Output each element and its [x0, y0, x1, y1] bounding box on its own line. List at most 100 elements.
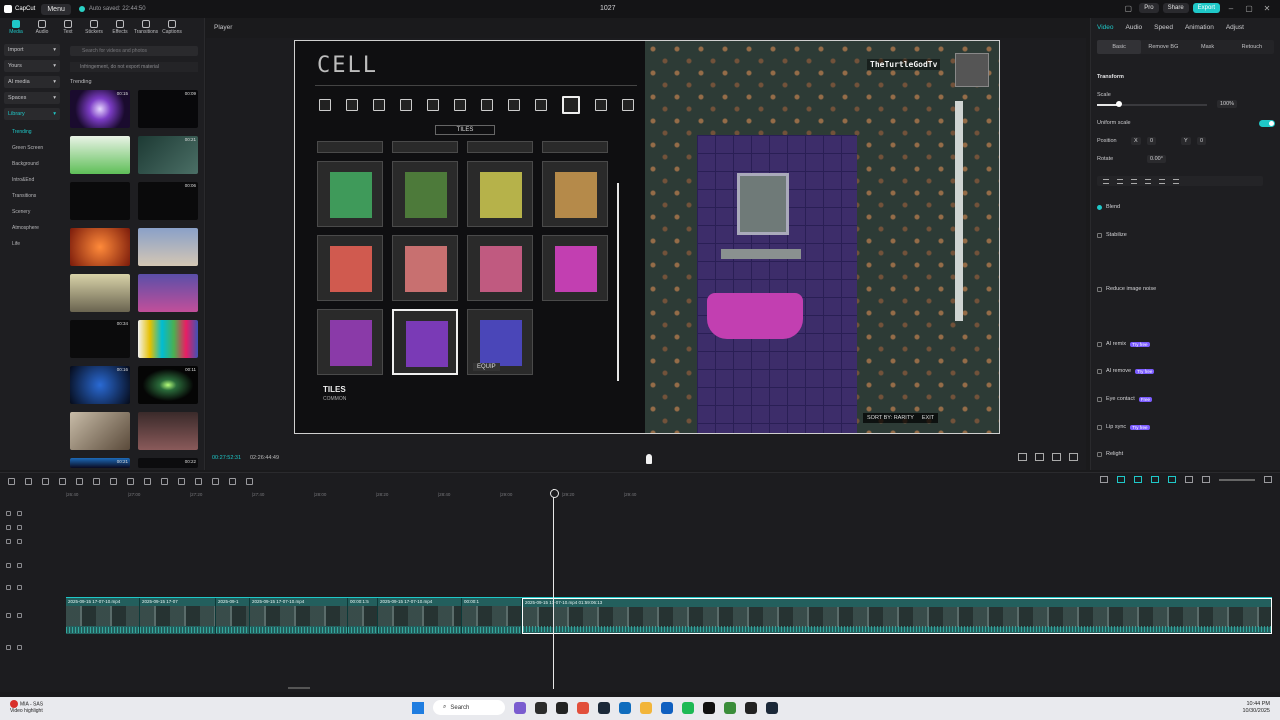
- zoom-out-icon[interactable]: [1202, 476, 1210, 483]
- timeline-scrollbar[interactable]: [288, 687, 310, 689]
- taskbar-search[interactable]: ⌕ Search: [433, 700, 505, 715]
- share-button[interactable]: Share: [1162, 3, 1189, 13]
- video-clip[interactable]: 2025-09-15 17-07-10.mp4: [378, 598, 462, 634]
- media-thumbnail[interactable]: [70, 182, 130, 220]
- minimize-icon[interactable]: –: [1224, 4, 1238, 13]
- inspector-subtab[interactable]: Remove BG: [1141, 40, 1185, 54]
- xbox-icon[interactable]: [724, 701, 736, 714]
- video-clip[interactable]: 2025-09-1: [216, 598, 250, 634]
- inspector-subtab[interactable]: Retouch: [1230, 40, 1274, 54]
- library-category[interactable]: Life: [4, 236, 60, 252]
- media-thumbnail[interactable]: [138, 228, 198, 266]
- file-explorer-icon[interactable]: [640, 701, 652, 714]
- snap-icon[interactable]: [1134, 476, 1142, 483]
- media-thumbnail[interactable]: 00:22: [138, 458, 198, 468]
- rotate-input[interactable]: 0.00°: [1147, 155, 1166, 163]
- checkbox[interactable]: [1097, 396, 1102, 402]
- nav-ai-media[interactable]: AI media ▾: [4, 76, 60, 88]
- checkbox[interactable]: [1097, 424, 1102, 430]
- zoom-slider[interactable]: [1219, 478, 1255, 481]
- time-ruler[interactable]: |26:40 |27:00 |27:20 |27:40 |28:00 |28:20 |28:…: [66, 491, 1280, 501]
- menu-button[interactable]: Menu: [41, 3, 71, 15]
- microphone-icon[interactable]: [1100, 476, 1108, 483]
- lock-icon[interactable]: [6, 585, 11, 590]
- inspector-tab-speed[interactable]: Speed: [1154, 24, 1173, 32]
- magnet-icon[interactable]: [1168, 476, 1176, 483]
- library-category[interactable]: Trending: [4, 124, 60, 140]
- media-thumbnail[interactable]: [70, 274, 130, 312]
- fullscreen-icon[interactable]: [1069, 453, 1078, 461]
- widget-news[interactable]: MIA - SAS Video highlight: [10, 700, 43, 715]
- system-clock[interactable]: 10:44 PM 10/30/2025: [1242, 701, 1270, 715]
- tab-effects[interactable]: Effects: [108, 20, 132, 38]
- copilot-icon[interactable]: [514, 701, 526, 714]
- ai-icon[interactable]: [229, 477, 236, 485]
- inspector-tab-video[interactable]: Video: [1097, 24, 1114, 32]
- select-tool-icon[interactable]: [8, 477, 15, 485]
- video-clip[interactable]: 00:00:1: [462, 598, 522, 634]
- feature-lip-sync[interactable]: Lip sync Try free: [1097, 424, 1150, 430]
- feature-blend[interactable]: Blend: [1097, 204, 1120, 210]
- steam-alt-icon[interactable]: [766, 701, 778, 714]
- crop-icon[interactable]: [1035, 453, 1044, 461]
- lock-icon[interactable]: [6, 613, 11, 618]
- media-thumbnail[interactable]: 00:21: [138, 136, 198, 174]
- checkbox[interactable]: [1097, 368, 1102, 374]
- ratio-icon[interactable]: [1052, 453, 1061, 461]
- nav-spaces[interactable]: Spaces ▾: [4, 92, 60, 104]
- tab-stickers[interactable]: Stickers: [82, 20, 106, 38]
- spotify-icon[interactable]: [682, 701, 694, 714]
- start-icon[interactable]: [412, 701, 424, 714]
- crop-icon[interactable]: [161, 477, 168, 485]
- scale-slider[interactable]: [1097, 101, 1207, 107]
- split-right-icon[interactable]: [93, 477, 100, 485]
- video-clip[interactable]: 2025-09-15 17-07-10.mp4: [250, 598, 348, 634]
- library-category[interactable]: Transitions: [4, 188, 60, 204]
- inspector-tab-adjust[interactable]: Adjust: [1226, 24, 1244, 32]
- playhead[interactable]: [550, 489, 559, 689]
- edge-icon[interactable]: [619, 701, 631, 714]
- split-left-icon[interactable]: [76, 477, 83, 485]
- media-thumbnail[interactable]: 00:15: [70, 90, 130, 128]
- notepad-icon[interactable]: [745, 701, 757, 714]
- delete-icon[interactable]: [110, 477, 117, 485]
- media-thumbnail[interactable]: 00:16: [70, 366, 130, 404]
- media-thumbnail[interactable]: [70, 412, 130, 450]
- rotate-icon[interactable]: [195, 477, 202, 485]
- transform-title[interactable]: Transform: [1097, 74, 1124, 80]
- project-title[interactable]: 1027: [600, 5, 616, 12]
- scale-value[interactable]: 100%: [1217, 100, 1238, 108]
- capcut-taskbar-icon[interactable]: [703, 701, 715, 714]
- inspector-tab-audio[interactable]: Audio: [1126, 24, 1143, 32]
- redo-icon[interactable]: [42, 477, 49, 485]
- tab-transitions[interactable]: Transitions: [134, 20, 158, 38]
- eye-icon[interactable]: [17, 645, 22, 650]
- checkbox[interactable]: [1097, 451, 1102, 457]
- eye-icon[interactable]: [17, 563, 22, 568]
- eye-icon[interactable]: [17, 613, 22, 618]
- eye-icon[interactable]: [17, 539, 22, 544]
- inspector-subtab[interactable]: Basic: [1097, 40, 1142, 54]
- library-category[interactable]: Scenery: [4, 204, 60, 220]
- app-icon[interactable]: [577, 701, 589, 714]
- tab-media[interactable]: Media: [4, 20, 28, 38]
- media-thumbnail[interactable]: [70, 228, 130, 266]
- preview-axis-icon[interactable]: [1151, 476, 1159, 483]
- lock-icon[interactable]: [6, 539, 11, 544]
- pos-x-input[interactable]: 0: [1147, 137, 1157, 145]
- checkbox[interactable]: [1097, 204, 1102, 210]
- speed-icon[interactable]: [212, 477, 219, 485]
- lock-icon[interactable]: [6, 511, 11, 516]
- checkbox[interactable]: [1097, 286, 1102, 292]
- feature-relight[interactable]: Relight: [1097, 451, 1123, 457]
- feature-eye-contact[interactable]: Eye contact Free: [1097, 396, 1153, 402]
- nav-yours[interactable]: Yours ▾: [4, 60, 60, 72]
- media-thumbnail[interactable]: [70, 136, 130, 174]
- freeze-icon[interactable]: [144, 477, 151, 485]
- link-icon[interactable]: [1117, 476, 1125, 483]
- feature-stabilize[interactable]: Stabilize: [1097, 232, 1127, 238]
- align-middle-icon[interactable]: [1159, 178, 1165, 184]
- align-right-icon[interactable]: [1131, 178, 1137, 184]
- pro-button[interactable]: Pro: [1139, 3, 1159, 13]
- split-icon[interactable]: [59, 477, 66, 485]
